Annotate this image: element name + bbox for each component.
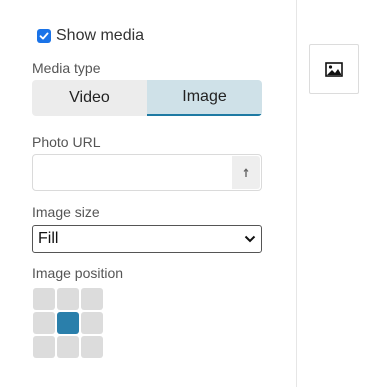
chevron-down-icon [244,235,256,243]
image-position-cell[interactable] [81,312,103,334]
image-position-grid [33,288,103,358]
image-position-cell[interactable] [33,288,55,310]
upload-button[interactable] [232,156,260,189]
image-position-cell[interactable] [57,312,79,334]
upload-icon [243,167,249,177]
image-position-cell[interactable] [57,336,79,358]
show-media-checkbox[interactable] [37,29,51,43]
image-position-cell[interactable] [81,288,103,310]
media-type-image-button[interactable]: Image [147,80,262,116]
checkmark-icon [39,32,49,40]
media-type-label: Media type [32,60,101,76]
image-position-cell[interactable] [81,336,103,358]
image-size-select[interactable]: Fill [32,225,262,253]
image-size-value: Fill [38,230,59,247]
image-position-cell[interactable] [33,312,55,334]
image-size-label: Image size [32,204,100,220]
photo-url-field[interactable] [32,154,262,191]
image-position-cell[interactable] [57,288,79,310]
media-type-toggle: Video Image [32,80,262,116]
image-position-label: Image position [32,265,124,281]
photo-url-label: Photo URL [32,134,101,150]
image-position-cell[interactable] [33,336,55,358]
show-media-label[interactable]: Show media [56,27,144,45]
image-thumbnail[interactable] [309,44,359,94]
show-media-row[interactable]: Show media [37,27,144,45]
media-type-video-button[interactable]: Video [32,80,147,116]
preview-area [297,0,375,387]
image-icon [325,61,343,77]
settings-panel: Show media Media type Video Image Photo … [0,0,297,387]
